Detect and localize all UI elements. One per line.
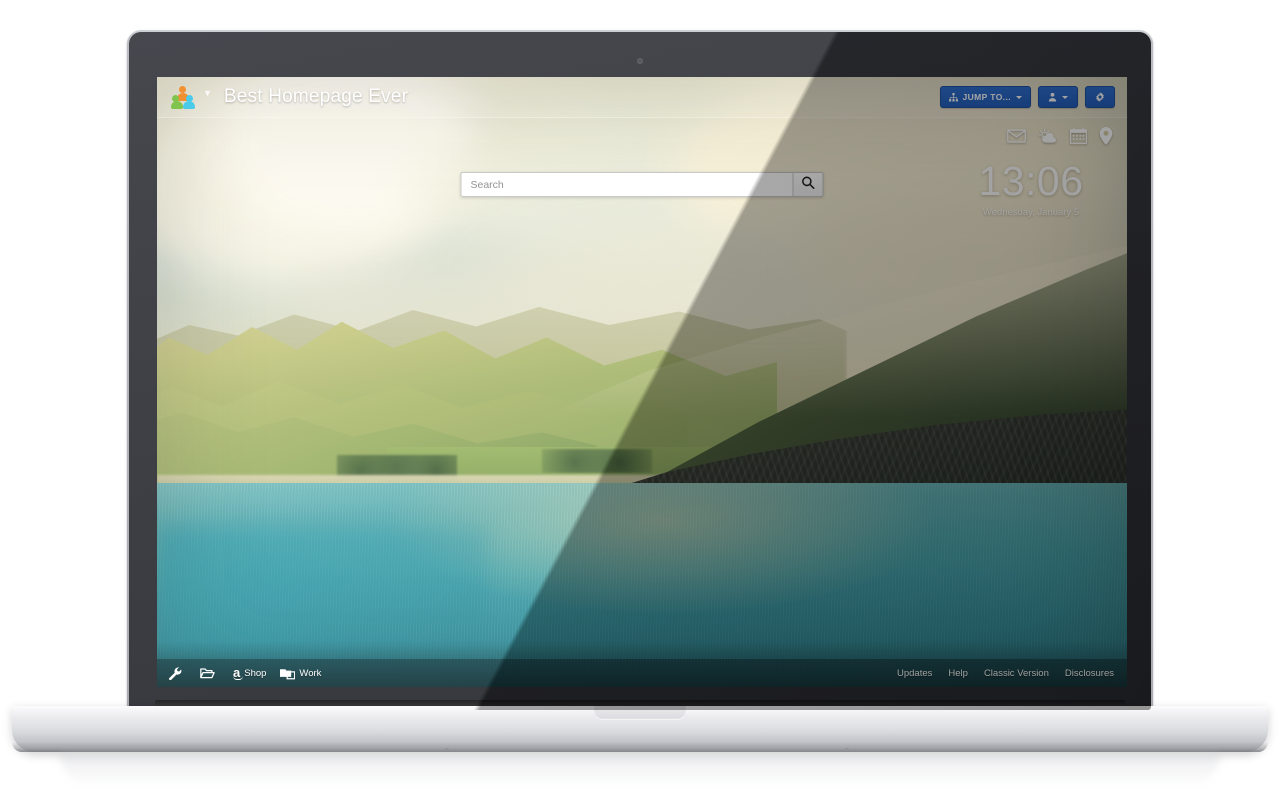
people-group-logo	[171, 86, 195, 109]
user-icon	[1048, 92, 1057, 102]
disclosures-link[interactable]: Disclosures	[1065, 668, 1114, 679]
laptop-foot	[845, 748, 849, 751]
calendar-icon[interactable]	[1069, 128, 1088, 149]
page-title: Best Homepage Ever	[223, 86, 409, 107]
jump-to-button[interactable]: JUMP TO...	[940, 86, 1031, 108]
search-button[interactable]	[792, 172, 824, 197]
header-button-group: JUMP TO...	[940, 86, 1115, 108]
tree-cluster	[542, 449, 652, 473]
search-input[interactable]	[460, 172, 793, 197]
screen: ▼ Best Homepage Ever JUMP TO... 13:06 We…	[157, 77, 1127, 687]
screenshot-stage: ▼ Best Homepage Ever JUMP TO... 13:06 We…	[0, 0, 1280, 800]
weather-icon[interactable]	[1038, 128, 1058, 149]
search-icon	[802, 176, 815, 194]
laptop-foot	[445, 748, 449, 751]
bottom-bar: a Shop Work Updates Help Classic Version…	[157, 659, 1127, 687]
search-bar	[460, 172, 824, 197]
clock-time: 13:06	[978, 158, 1084, 204]
location-pin-icon[interactable]	[1099, 127, 1113, 150]
jump-to-label: JUMP TO...	[962, 92, 1011, 102]
mail-icon[interactable]	[1007, 129, 1026, 148]
shop-folder[interactable]: a Shop	[233, 664, 267, 680]
tools-button[interactable]	[169, 666, 186, 680]
sitemap-icon	[949, 92, 959, 102]
laptop-base-notch	[594, 706, 686, 720]
webcam-dot	[637, 58, 643, 64]
updates-link[interactable]: Updates	[897, 668, 932, 679]
laptop-reflection	[60, 753, 1220, 787]
chevron-down-icon	[1016, 95, 1022, 99]
help-link[interactable]: Help	[948, 668, 968, 679]
footer-right-group: Updates Help Classic Version Disclosures	[897, 668, 1114, 679]
classic-version-link[interactable]: Classic Version	[984, 668, 1049, 679]
chevron-down-icon[interactable]: ▼	[203, 88, 212, 98]
gear-icon	[1095, 92, 1105, 102]
shop-label: Shop	[244, 667, 267, 679]
folders-icon	[280, 667, 296, 680]
footer-left-group: a Shop Work	[169, 664, 321, 680]
brand-block[interactable]: ▼ Best Homepage Ever	[171, 86, 409, 109]
clock-date: Wednesday, January 5	[982, 207, 1080, 218]
laptop-base-edge	[12, 742, 1268, 752]
wrench-icon	[169, 666, 182, 680]
amazon-a-icon: a	[233, 664, 244, 680]
open-folder-icon	[200, 667, 215, 679]
laptop-lid: ▼ Best Homepage Ever JUMP TO... 13:06 We…	[127, 30, 1153, 712]
work-folder[interactable]: Work	[280, 667, 321, 680]
laptop-bezel: ▼ Best Homepage Ever JUMP TO... 13:06 We…	[129, 32, 1151, 710]
work-label: Work	[299, 667, 322, 679]
settings-button[interactable]	[1085, 86, 1115, 108]
user-menu-button[interactable]	[1038, 86, 1078, 108]
bookmarks-button[interactable]	[200, 667, 219, 679]
clock-widget: 13:06 Wednesday, January 5	[951, 158, 1111, 219]
quick-icon-row	[1007, 127, 1113, 150]
top-header-bar: ▼ Best Homepage Ever JUMP TO...	[157, 77, 1127, 118]
chevron-down-icon	[1062, 95, 1068, 99]
